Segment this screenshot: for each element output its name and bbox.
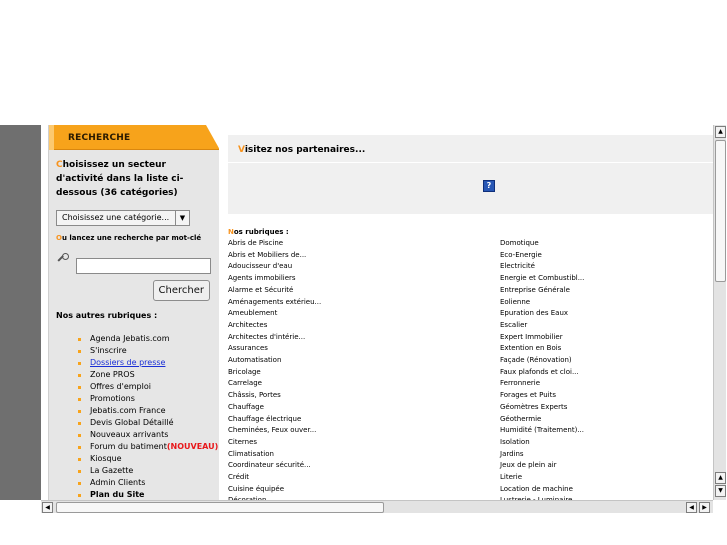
- partners-title: Visitez nos partenaires...: [238, 145, 366, 155]
- recherche-title: RECHERCHE: [68, 133, 131, 143]
- scroll-right-icon[interactable]: ▶: [699, 502, 710, 513]
- search-button-row: Chercher: [56, 280, 213, 301]
- search-sidebar: RECHERCHE Choisissez un secteur d'activi…: [48, 125, 219, 500]
- rubrique-item[interactable]: Energie et Combustibl...: [500, 273, 700, 285]
- rubrique-item[interactable]: Assurances: [228, 343, 500, 355]
- rubrique-item[interactable]: Forages et Puits: [500, 390, 700, 402]
- rubrique-item[interactable]: Ameublement: [228, 308, 500, 320]
- rubrique-item[interactable]: Agents immobiliers: [228, 273, 500, 285]
- rubrique-item[interactable]: Cuisine équipée: [228, 484, 500, 496]
- chercher-button[interactable]: Chercher: [152, 280, 210, 301]
- tab-corner: [206, 125, 219, 150]
- rubrique-item[interactable]: Carrelage: [228, 378, 500, 390]
- rubrique-item[interactable]: Jardins: [500, 449, 700, 461]
- scroll-down-icon[interactable]: ▼: [715, 485, 726, 497]
- keyword-intro: Ou lancez une recherche par mot-clé: [56, 234, 202, 242]
- rubrique-item[interactable]: Bricolage: [228, 367, 500, 379]
- rubrique-item[interactable]: Climatisation: [228, 449, 500, 461]
- rubrique-item[interactable]: Eolienne: [500, 297, 700, 309]
- nav-agenda[interactable]: Agenda Jebatis.com: [78, 333, 213, 345]
- vertical-scroll-thumb[interactable]: [715, 140, 726, 282]
- rubrique-item[interactable]: Architectes: [228, 320, 500, 332]
- tab-edge: [49, 125, 54, 150]
- nav-devis-global[interactable]: Devis Global Détaillé: [78, 417, 213, 429]
- nav-promotions[interactable]: Promotions: [78, 393, 213, 405]
- rubrique-item[interactable]: Escalier: [500, 320, 700, 332]
- rubrique-item[interactable]: Literie: [500, 472, 700, 484]
- partners-bar: Visitez nos partenaires...: [228, 135, 713, 162]
- main-content: Visitez nos partenaires... ? Nos rubriqu…: [228, 135, 713, 500]
- rubriques-left-column: Abris de Piscine Abris et Mobiliers de...…: [228, 238, 500, 500]
- rubrique-item[interactable]: Abris de Piscine: [228, 238, 500, 250]
- question-icon[interactable]: ?: [483, 180, 495, 192]
- partner-banner: ?: [228, 163, 713, 214]
- rubrique-item[interactable]: Electricité: [500, 261, 700, 273]
- rubrique-item[interactable]: Coordinateur sécurité...: [228, 460, 500, 472]
- rubrique-item[interactable]: Humidité (Traitement)...: [500, 425, 700, 437]
- nouveau-badge: (NOUVEAU): [166, 442, 219, 451]
- scroll-left-icon[interactable]: ◀: [42, 502, 53, 513]
- key-icon: [56, 252, 72, 268]
- nav-dossiers-presse[interactable]: Dossiers de presse: [78, 357, 213, 369]
- nav-inscrire[interactable]: S'inscrire: [78, 345, 213, 357]
- rubrique-item[interactable]: Eco-Energie: [500, 250, 700, 262]
- rubrique-item[interactable]: Faux plafonds et cloi...: [500, 367, 700, 379]
- other-sections-list: Agenda Jebatis.com S'inscrire Dossiers d…: [56, 333, 218, 500]
- rubrique-item[interactable]: Citernes: [228, 437, 500, 449]
- rubrique-item[interactable]: Jeux de plein air: [500, 460, 700, 472]
- rubrique-item[interactable]: Domotique: [500, 238, 700, 250]
- rubriques-title: Nos rubriques :: [228, 228, 289, 236]
- rubrique-item[interactable]: Châssis, Portes: [228, 390, 500, 402]
- rubrique-item[interactable]: Ferronnerie: [500, 378, 700, 390]
- rubrique-item[interactable]: Aménagements extérieu...: [228, 297, 500, 309]
- nav-admin-clients[interactable]: Admin Clients: [78, 477, 213, 489]
- left-gutter: [0, 125, 41, 500]
- sidebar-body: Choisissez un secteur d'activité dans la…: [49, 150, 219, 500]
- chevron-down-icon[interactable]: ▼: [175, 211, 189, 225]
- nav-zone-pros[interactable]: Zone PROS: [78, 369, 213, 381]
- rubrique-item[interactable]: Chauffage: [228, 402, 500, 414]
- rubrique-item[interactable]: Façade (Rénovation): [500, 355, 700, 367]
- rubrique-item[interactable]: Adoucisseur d'eau: [228, 261, 500, 273]
- nav-kiosque[interactable]: Kiosque: [78, 453, 213, 465]
- recherche-tab: RECHERCHE: [49, 125, 219, 150]
- rubrique-item[interactable]: Extention en Bois: [500, 343, 700, 355]
- horizontal-scroll-thumb[interactable]: [56, 502, 384, 513]
- rubrique-item[interactable]: Expert Immobilier: [500, 332, 700, 344]
- rubrique-item[interactable]: Automatisation: [228, 355, 500, 367]
- other-sections-title: Nos autres rubriques :: [56, 311, 158, 320]
- nav-plan-site[interactable]: Plan du Site: [78, 489, 213, 500]
- rubrique-item[interactable]: Crédit: [228, 472, 500, 484]
- nav-offres-emploi[interactable]: Offres d'emploi: [78, 381, 213, 393]
- scroll-up-icon[interactable]: ▲: [715, 126, 726, 138]
- vertical-scrollbar[interactable]: ▲ ▲ ▼: [713, 125, 726, 500]
- nav-gazette[interactable]: La Gazette: [78, 465, 213, 477]
- rubrique-item[interactable]: Isolation: [500, 437, 700, 449]
- horizontal-scrollbar[interactable]: ◀ ◀ ▶: [41, 500, 713, 513]
- rubrique-item[interactable]: Géomètres Experts: [500, 402, 700, 414]
- rubrique-item[interactable]: Abris et Mobiliers de...: [228, 250, 500, 262]
- nav-jebatis-france[interactable]: Jebatis.com France: [78, 405, 213, 417]
- category-intro: Choisissez un secteur d'activité dans la…: [56, 160, 184, 198]
- category-select[interactable]: Choisissez une catégorie... ▼: [56, 210, 190, 226]
- rubrique-item[interactable]: Location de machine: [500, 484, 700, 496]
- rubriques-right-column: Domotique Eco-Energie Electricité Energie e…: [500, 238, 700, 500]
- scroll-up-icon[interactable]: ▲: [715, 472, 726, 484]
- rubriques-columns: Abris de Piscine Abris et Mobiliers de...…: [228, 238, 713, 500]
- rubrique-item[interactable]: Alarme et Sécurité: [228, 285, 500, 297]
- rubrique-item[interactable]: Géothermie: [500, 414, 700, 426]
- scroll-left-icon[interactable]: ◀: [686, 502, 697, 513]
- nav-nouveaux-arrivants[interactable]: Nouveaux arrivants: [78, 429, 213, 441]
- rubrique-item[interactable]: Epuration des Eaux: [500, 308, 700, 320]
- rubrique-item[interactable]: Architectes d'intérie...: [228, 332, 500, 344]
- rubrique-item[interactable]: Entreprise Générale: [500, 285, 700, 297]
- keyword-input[interactable]: [76, 258, 211, 274]
- dossiers-presse-link[interactable]: Dossiers de presse: [90, 358, 165, 367]
- category-select-value: Choisissez une catégorie...: [62, 213, 170, 222]
- keyword-search-row: [56, 252, 213, 274]
- nav-forum[interactable]: Forum du batiment(NOUVEAU): [78, 441, 218, 453]
- rubrique-item[interactable]: Chauffage électrique: [228, 414, 500, 426]
- rubrique-item[interactable]: Cheminées, Feux ouver...: [228, 425, 500, 437]
- forum-label[interactable]: Forum du batiment: [90, 442, 167, 451]
